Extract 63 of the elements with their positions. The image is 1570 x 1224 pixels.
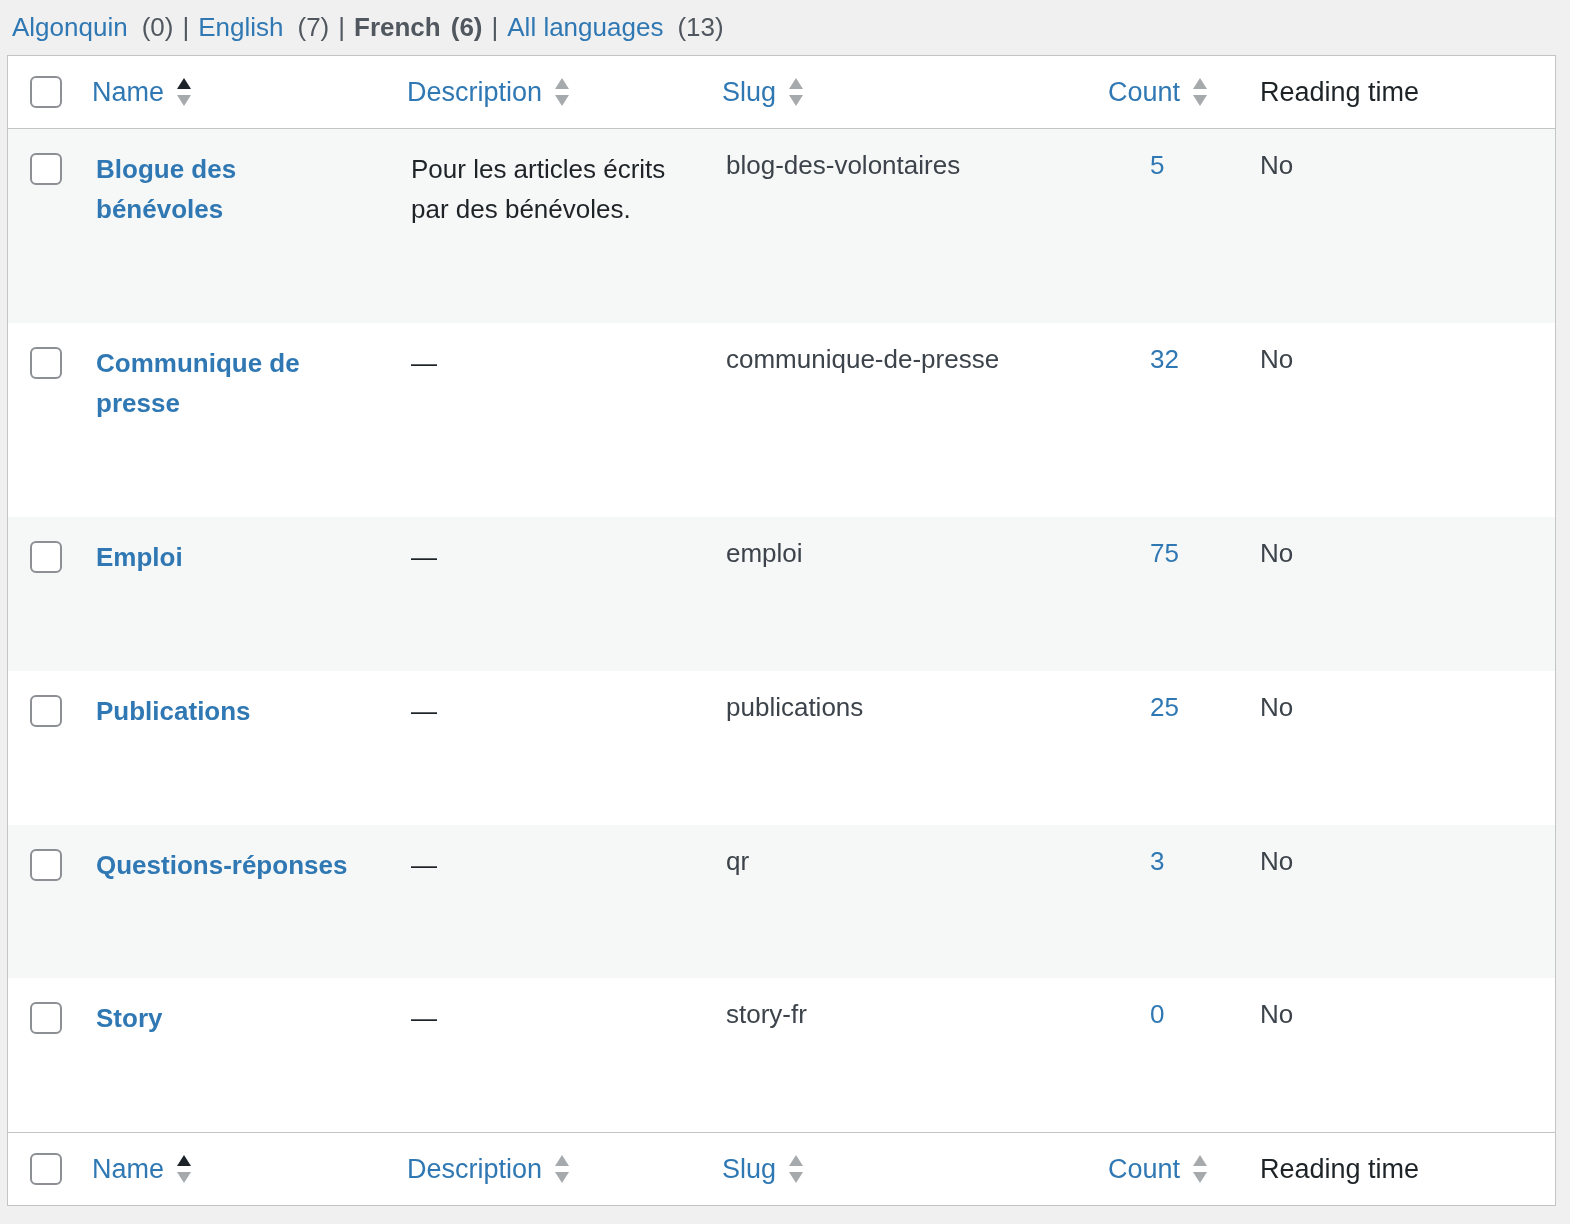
term-name-link[interactable]: Blogue des bénévoles [96,149,356,229]
separator-text: | [338,11,346,44]
column-header[interactable]: Count [1108,71,1209,113]
column-header: Reading time [1260,75,1420,109]
reading-time-text: No [1260,845,1295,877]
checkbox[interactable] [30,76,62,108]
sort-arrows-icon [1192,1153,1209,1185]
checkbox[interactable] [30,695,62,727]
count-link[interactable]: 75 [1150,537,1248,569]
description-text: Pour les articles écrits par des bénévoles. [411,153,667,226]
column-header[interactable]: Count [1108,1148,1209,1190]
filter-link[interactable]: Algonquin (0) [12,8,174,47]
description-text: — [411,541,438,574]
column-header[interactable]: Name [92,71,193,113]
separator-text: | [491,11,499,44]
column-header[interactable]: Name [92,1148,193,1190]
column-header[interactable]: Description [407,1148,571,1190]
sort-arrows-icon [1192,76,1209,108]
sort-arrows-icon [554,76,571,108]
count-link[interactable]: 0 [1150,998,1248,1030]
slug-text: communique-de-presse [726,343,1001,375]
term-name-link[interactable]: Emploi [96,537,356,577]
column-header: Reading time [1260,1152,1420,1186]
description-text: — [411,347,438,380]
reading-time-text: No [1260,343,1295,375]
sort-arrows-icon [788,1153,805,1185]
slug-text: qr [726,845,751,877]
checkbox[interactable] [30,347,62,379]
count-link[interactable]: 32 [1150,343,1248,375]
reading-time-text: No [1260,149,1295,181]
reading-time-text: No [1260,998,1295,1030]
term-name-link[interactable]: Questions-réponses [96,845,356,885]
column-header[interactable]: Slug [722,71,805,113]
description-text: — [411,1002,438,1035]
description-text: — [411,695,438,728]
term-name-link[interactable]: Communique de presse [96,343,356,423]
sort-arrows-icon [176,76,193,108]
separator-text: | [182,11,190,44]
reading-time-text: No [1260,691,1295,723]
reading-time-text: No [1260,537,1295,569]
checkbox[interactable] [30,541,62,573]
count-link[interactable]: 3 [1150,845,1248,877]
column-header[interactable]: Description [407,71,571,113]
filter-link[interactable]: French (6) [354,8,483,47]
checkbox[interactable] [30,849,62,881]
checkbox[interactable] [30,153,62,185]
count-link[interactable]: 5 [1150,149,1248,181]
slug-text: story-fr [726,998,808,1030]
column-header[interactable]: Slug [722,1148,805,1190]
slug-text: blog-des-volontaires [726,149,962,181]
checkbox[interactable] [30,1002,62,1034]
filter-link[interactable]: All languages (13) [507,8,724,47]
sort-arrows-icon [554,1153,571,1185]
checkbox[interactable] [30,1153,62,1185]
slug-text: emploi [726,537,804,569]
sort-arrows-icon [788,76,805,108]
description-text: — [411,849,438,882]
slug-text: publications [726,691,865,723]
term-name-link[interactable]: Story [96,998,356,1038]
term-name-link[interactable]: Publications [96,691,356,731]
count-link[interactable]: 25 [1150,691,1248,723]
sort-arrows-icon [176,1153,193,1185]
filter-link[interactable]: English (7) [198,8,330,47]
